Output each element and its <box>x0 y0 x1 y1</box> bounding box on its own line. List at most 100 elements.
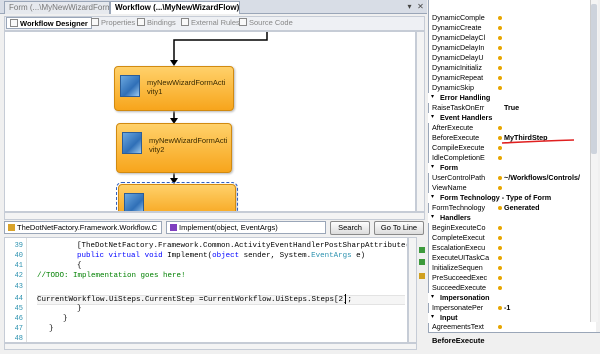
property-row[interactable]: CompleteExecut <box>428 233 588 243</box>
category-form[interactable]: ▾ Form <box>428 163 588 173</box>
activity-node-2[interactable]: myNewWizardFormActivity2 <box>116 123 232 173</box>
type-dropdown[interactable]: TheDotNetFactory.Framework.Workflow.C <box>4 221 162 234</box>
property-row[interactable]: AfterExecute <box>428 123 588 133</box>
category-error-handling[interactable]: ▾ Error Handling <box>428 93 588 103</box>
property-name: AgreementsText <box>432 322 484 331</box>
code-comment-line: //TODO: Implementation goes here! <box>37 272 186 280</box>
property-name: EscalationExecu <box>432 243 486 252</box>
code-editor[interactable]: 39 40 41 42 43 44 45 46 47 48 [TheDotNet… <box>4 237 408 343</box>
property-value[interactable]: -1 <box>504 303 510 313</box>
category-name: Impersonation <box>440 293 490 302</box>
code-navigation-bar: TheDotNetFactory.Framework.Workflow.C Im… <box>4 221 425 236</box>
code-horizontal-scrollbar[interactable] <box>4 343 417 350</box>
property-grid-scroll-thumb[interactable] <box>591 4 597 154</box>
code-line: } <box>77 305 82 313</box>
property-value[interactable]: Generated <box>504 203 540 213</box>
event-icon <box>498 226 502 230</box>
property-row[interactable]: EscalationExecu <box>428 243 588 253</box>
tab-workflow[interactable]: Workflow (...\MyNewWizardFlow) <box>110 1 240 14</box>
event-icon <box>498 206 502 210</box>
go-to-line-button[interactable]: Go To Line <box>374 221 424 235</box>
property-name: ImpersonatePer <box>432 303 484 312</box>
event-icon <box>498 256 502 260</box>
category-impersonation[interactable]: ▾ Impersonation <box>428 293 588 303</box>
property-name: BeginExecuteCo <box>432 223 486 232</box>
category-handlers[interactable]: ▾ Handlers <box>428 213 588 223</box>
category-name: Handlers <box>440 213 471 222</box>
collapse-caret-icon[interactable]: ▾ <box>431 293 434 303</box>
collapse-caret-icon[interactable]: ▾ <box>431 93 434 103</box>
property-row[interactable]: UserControlPath ~/Workflows/Controls/ <box>428 173 588 183</box>
tab-dropdown-icon[interactable]: ▾ <box>405 2 414 11</box>
tab-bindings[interactable]: Bindings <box>134 17 179 29</box>
collapse-caret-icon[interactable]: ▾ <box>431 163 434 173</box>
property-name: DynamicRepeat <box>432 73 484 82</box>
property-name: IdleCompletionE <box>432 153 485 162</box>
line-number: 45 <box>14 305 23 313</box>
tab-form[interactable]: Form (...\MyNewWizardForm) <box>4 1 110 14</box>
tab-source-code[interactable]: Source Code <box>236 17 296 29</box>
tab-properties[interactable]: Properties <box>88 17 138 29</box>
designer-icon <box>10 19 18 27</box>
property-row[interactable]: DynamicSkip <box>428 83 588 93</box>
event-icon <box>498 266 502 270</box>
activity-label: myNewWizardFormActivity1 <box>147 78 226 96</box>
property-name: DynamicSkip <box>432 83 474 92</box>
property-row[interactable]: FormTechnology Generated <box>428 203 588 213</box>
event-icon <box>498 236 502 240</box>
event-icon <box>498 246 502 250</box>
property-row[interactable]: DynamicDelayU <box>428 53 588 63</box>
property-row[interactable]: ImpersonatePer -1 <box>428 303 588 313</box>
member-dropdown[interactable]: Implement(object, EventArgs) <box>166 221 326 234</box>
category-form-technology[interactable]: ▾ Form Technology - Type of Form <box>428 193 588 203</box>
canvas-vertical-scrollbar[interactable] <box>416 31 425 212</box>
property-row[interactable]: AgreementsText <box>428 322 588 332</box>
tab-label: Properties <box>101 18 136 27</box>
property-name: DynamicComple <box>432 13 485 22</box>
property-row[interactable]: DynamicDelayIn <box>428 43 588 53</box>
workflow-canvas[interactable]: myNewWizardFormActivity1 myNewWizardForm… <box>4 31 416 212</box>
line-number: 48 <box>14 335 23 343</box>
search-button[interactable]: Search <box>330 221 370 235</box>
line-number: 42 <box>14 272 23 280</box>
property-value[interactable]: ~/Workflows/Controls/ <box>504 173 580 183</box>
property-row[interactable]: DynamicCreate <box>428 23 588 33</box>
event-icon <box>498 186 502 190</box>
tab-workflow-designer[interactable]: Workflow Designer <box>6 17 92 29</box>
category-event-handlers[interactable]: ▾ Event Handlers <box>428 113 588 123</box>
property-row[interactable]: BeginExecuteCo <box>428 223 588 233</box>
category-name: Event Handlers <box>440 113 493 122</box>
collapse-caret-icon[interactable]: ▾ <box>431 113 434 123</box>
code-margin-indicators <box>417 237 427 350</box>
property-row[interactable]: DynamicRepeat <box>428 73 588 83</box>
collapse-caret-icon[interactable]: ▾ <box>431 193 434 203</box>
line-number: 47 <box>14 325 23 333</box>
property-row[interactable]: CompileExecute <box>428 143 588 153</box>
property-row[interactable]: DynamicInitializ <box>428 63 588 73</box>
property-row[interactable]: ViewName <box>428 183 588 193</box>
property-row[interactable]: InitializeSequen <box>428 263 588 273</box>
event-icon <box>498 306 502 310</box>
tab-external-rules[interactable]: External Rules <box>178 17 243 29</box>
tab-close-icon[interactable]: ✕ <box>416 2 425 11</box>
code-vertical-scrollbar[interactable] <box>408 237 417 343</box>
property-name: SucceedExecute <box>432 283 486 292</box>
property-value[interactable]: True <box>504 103 519 113</box>
description-title: BeforeExecute <box>432 336 485 345</box>
event-icon <box>498 86 502 90</box>
activity-node-3-selected[interactable] <box>116 182 238 211</box>
property-name: FormTechnology <box>432 203 486 212</box>
canvas-horizontal-scrollbar[interactable] <box>4 212 425 220</box>
activity-node-1[interactable]: myNewWizardFormActivity1 <box>114 66 234 111</box>
event-icon <box>498 46 502 50</box>
property-row[interactable]: IdleCompletionE <box>428 153 588 163</box>
bindings-icon <box>137 18 145 26</box>
property-row[interactable]: DynamicComple <box>428 13 588 23</box>
property-row[interactable]: DynamicDelayCl <box>428 33 588 43</box>
property-row[interactable]: PreSucceedExec <box>428 273 588 283</box>
property-row[interactable]: RaiseTaskOnErr True <box>428 103 588 113</box>
property-row[interactable]: SucceedExecute <box>428 283 588 293</box>
change-marker-icon <box>419 259 425 265</box>
collapse-caret-icon[interactable]: ▾ <box>431 213 434 223</box>
property-row[interactable]: ExecuteUITaskCa <box>428 253 588 263</box>
